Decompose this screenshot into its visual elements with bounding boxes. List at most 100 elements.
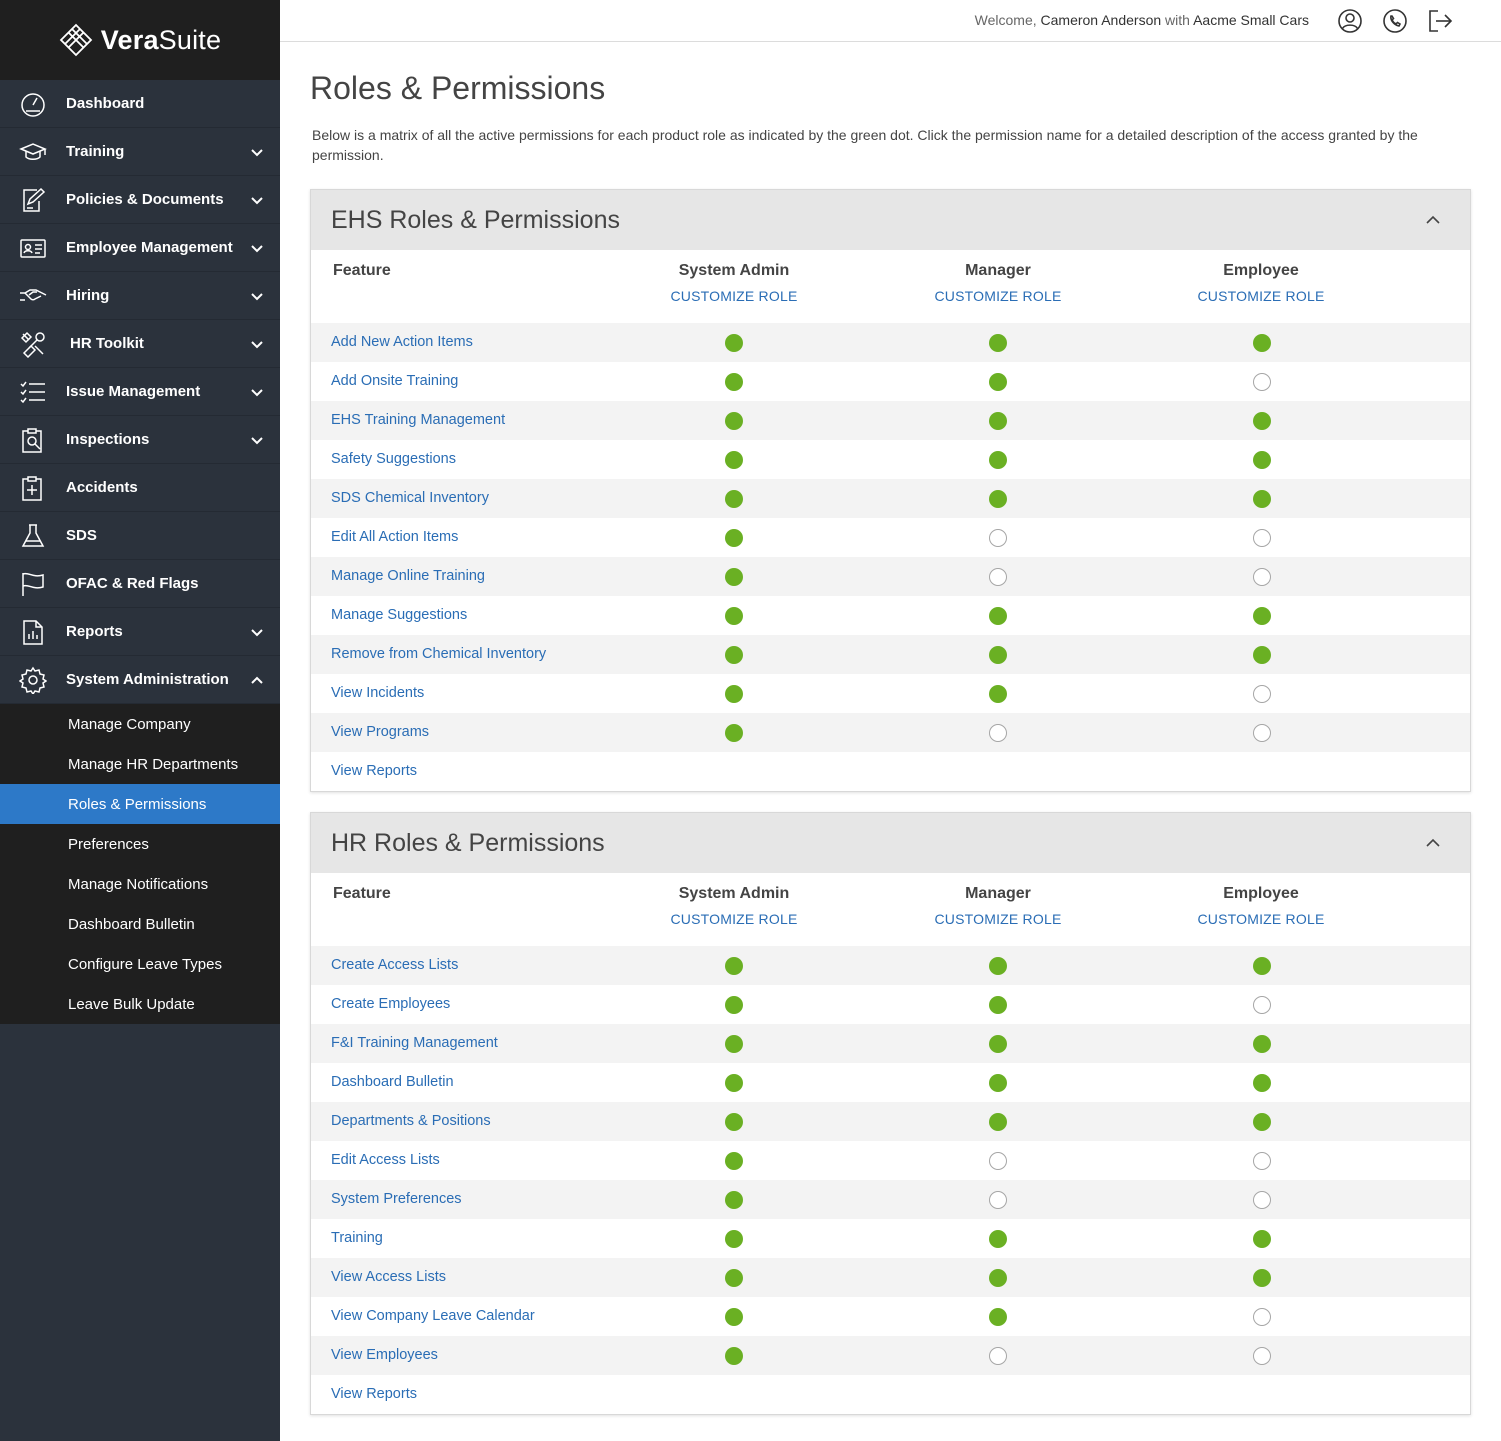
- permission-link[interactable]: View Programs: [331, 724, 429, 740]
- subnav-item-preferences[interactable]: Preferences: [0, 824, 280, 864]
- permission-link[interactable]: View Incidents: [331, 685, 424, 701]
- permission-link[interactable]: EHS Training Management: [331, 412, 505, 428]
- page-intro: Below is a matrix of all the active perm…: [312, 127, 1418, 163]
- subnav-item-leave-bulk-update[interactable]: Leave Bulk Update: [0, 984, 280, 1024]
- chevron-up-icon[interactable]: [1424, 211, 1442, 229]
- sidebar-item-hiring[interactable]: Hiring: [0, 272, 280, 320]
- sidebar-item-dashboard[interactable]: Dashboard: [0, 80, 280, 128]
- subnav-item-configure-leave-types[interactable]: Configure Leave Types: [0, 944, 280, 984]
- permission-link[interactable]: View Company Leave Calendar: [331, 1308, 535, 1324]
- user-circle-icon[interactable]: [1337, 8, 1363, 34]
- permission-link[interactable]: Training: [331, 1230, 383, 1246]
- customize-role-link[interactable]: CUSTOMIZE ROLE: [898, 911, 1098, 927]
- sidebar-item-issue-management[interactable]: Issue Management: [0, 368, 280, 416]
- permission-link[interactable]: Create Employees: [331, 996, 450, 1012]
- sidebar-item-inspections[interactable]: Inspections: [0, 416, 280, 464]
- subnav-item-dashboard-bulletin[interactable]: Dashboard Bulletin: [0, 904, 280, 944]
- sidebar-item-reports[interactable]: Reports: [0, 608, 280, 656]
- sidebar-item-hr-toolkit[interactable]: HR Toolkit: [0, 320, 280, 368]
- chevron-down-icon[interactable]: [250, 241, 264, 255]
- chevron-down-icon[interactable]: [250, 385, 264, 399]
- logout-icon[interactable]: [1427, 8, 1453, 34]
- subnav-item-manage-company[interactable]: Manage Company: [0, 704, 280, 744]
- sidebar-item-system-administration[interactable]: System Administration: [0, 656, 280, 704]
- permission-granted-dot: [989, 607, 1007, 625]
- customize-role-link[interactable]: CUSTOMIZE ROLE: [898, 288, 1098, 304]
- subnav-item-manage-hr-departments[interactable]: Manage HR Departments: [0, 744, 280, 784]
- permission-granted-dot: [725, 724, 743, 742]
- chevron-up-icon[interactable]: [250, 673, 264, 687]
- permission-granted-dot: [1253, 1074, 1271, 1092]
- permission-link[interactable]: Edit All Action Items: [331, 529, 458, 545]
- permission-denied-dot: [989, 1347, 1007, 1365]
- permission-link[interactable]: Edit Access Lists: [331, 1152, 440, 1168]
- customize-role-link[interactable]: CUSTOMIZE ROLE: [1161, 911, 1361, 927]
- permission-link[interactable]: Manage Online Training: [331, 568, 485, 584]
- sidebar-item-label: SDS: [66, 527, 97, 544]
- customize-role-link[interactable]: CUSTOMIZE ROLE: [634, 911, 834, 927]
- phone-icon[interactable]: [1382, 8, 1408, 34]
- chevron-down-icon[interactable]: [250, 433, 264, 447]
- chevron-down-icon[interactable]: [250, 625, 264, 639]
- permission-granted-dot: [725, 334, 743, 352]
- permission-link[interactable]: View Employees: [331, 1347, 438, 1363]
- system-admin-subnav: Manage Company Manage HR Departments Roles…: [0, 704, 280, 1024]
- permission-row: View Access Lists: [311, 1258, 1470, 1297]
- sidebar-item-training[interactable]: Training: [0, 128, 280, 176]
- permission-granted-dot: [725, 451, 743, 469]
- permission-link[interactable]: Remove from Chemical Inventory: [331, 646, 546, 662]
- subnav-item-roles-and-permissions[interactable]: Roles & Permissions: [0, 784, 280, 824]
- permission-link[interactable]: Safety Suggestions: [331, 451, 456, 467]
- sidebar-item-ofac-and-red-flags[interactable]: OFAC & Red Flags: [0, 560, 280, 608]
- sidebar-item-label: Hiring: [66, 287, 110, 304]
- chevron-down-icon[interactable]: [250, 289, 264, 303]
- customize-role-link[interactable]: CUSTOMIZE ROLE: [634, 288, 834, 304]
- permission-row: F&I Training Management: [311, 1024, 1470, 1063]
- chevron-down-icon[interactable]: [250, 337, 264, 351]
- permission-link[interactable]: View Reports: [331, 763, 417, 779]
- sidebar-item-employee-management[interactable]: Employee Management: [0, 224, 280, 272]
- column-headers: Feature System Admin CUSTOMIZE ROLE Manager…: [311, 873, 1470, 946]
- permission-link[interactable]: View Reports: [331, 1386, 417, 1402]
- role-column-employee: Employee CUSTOMIZE ROLE: [1161, 885, 1361, 927]
- chevron-down-icon[interactable]: [250, 145, 264, 159]
- permission-granted-dot: [989, 334, 1007, 352]
- panel-header[interactable]: HR Roles & Permissions: [311, 813, 1470, 873]
- role-name: System Admin: [678, 885, 790, 902]
- sidebar-item-label: System Administration: [66, 671, 229, 688]
- permission-granted-dot: [1253, 490, 1271, 508]
- panel-title: HR Roles & Permissions: [331, 828, 605, 857]
- sidebar-item-label: HR Toolkit: [70, 335, 144, 352]
- permission-denied-dot: [1253, 1308, 1271, 1326]
- permission-link[interactable]: Manage Suggestions: [331, 607, 467, 623]
- sidebar-item-sds[interactable]: SDS: [0, 512, 280, 560]
- permission-row: SDS Chemical Inventory: [311, 479, 1470, 518]
- permission-link[interactable]: Dashboard Bulletin: [331, 1074, 454, 1090]
- permission-granted-dot: [725, 1347, 743, 1365]
- permission-link[interactable]: SDS Chemical Inventory: [331, 490, 489, 506]
- permission-granted-dot: [989, 1308, 1007, 1326]
- permission-granted-dot: [725, 373, 743, 391]
- permission-row: Add New Action Items: [311, 323, 1470, 362]
- permission-link[interactable]: System Preferences: [331, 1191, 462, 1207]
- role-column-system-admin: System Admin CUSTOMIZE ROLE: [634, 262, 834, 304]
- subnav-item-manage-notifications[interactable]: Manage Notifications: [0, 864, 280, 904]
- customize-role-link[interactable]: CUSTOMIZE ROLE: [1161, 288, 1361, 304]
- permission-link[interactable]: View Access Lists: [331, 1269, 446, 1285]
- chevron-up-icon[interactable]: [1424, 834, 1442, 852]
- sidebar-item-label: Reports: [66, 623, 123, 640]
- flag-icon: [18, 569, 48, 599]
- permission-link[interactable]: Add New Action Items: [331, 334, 473, 350]
- permission-link[interactable]: Create Access Lists: [331, 957, 458, 973]
- sidebar-item-accidents[interactable]: Accidents: [0, 464, 280, 512]
- sidebar-item-policies-and-documents[interactable]: Policies & Documents: [0, 176, 280, 224]
- permission-link[interactable]: Add Onsite Training: [331, 373, 458, 389]
- sidebar: VeraSuite Dashboard Training Policies & Do…: [0, 0, 280, 1441]
- brand-logo[interactable]: VeraSuite: [0, 0, 280, 80]
- permission-link[interactable]: Departments & Positions: [331, 1113, 491, 1129]
- chevron-down-icon[interactable]: [250, 193, 264, 207]
- permission-row: Remove from Chemical Inventory: [311, 635, 1470, 674]
- permission-denied-dot: [1253, 1191, 1271, 1209]
- permission-link[interactable]: F&I Training Management: [331, 1035, 498, 1051]
- panel-header[interactable]: EHS Roles & Permissions: [311, 190, 1470, 250]
